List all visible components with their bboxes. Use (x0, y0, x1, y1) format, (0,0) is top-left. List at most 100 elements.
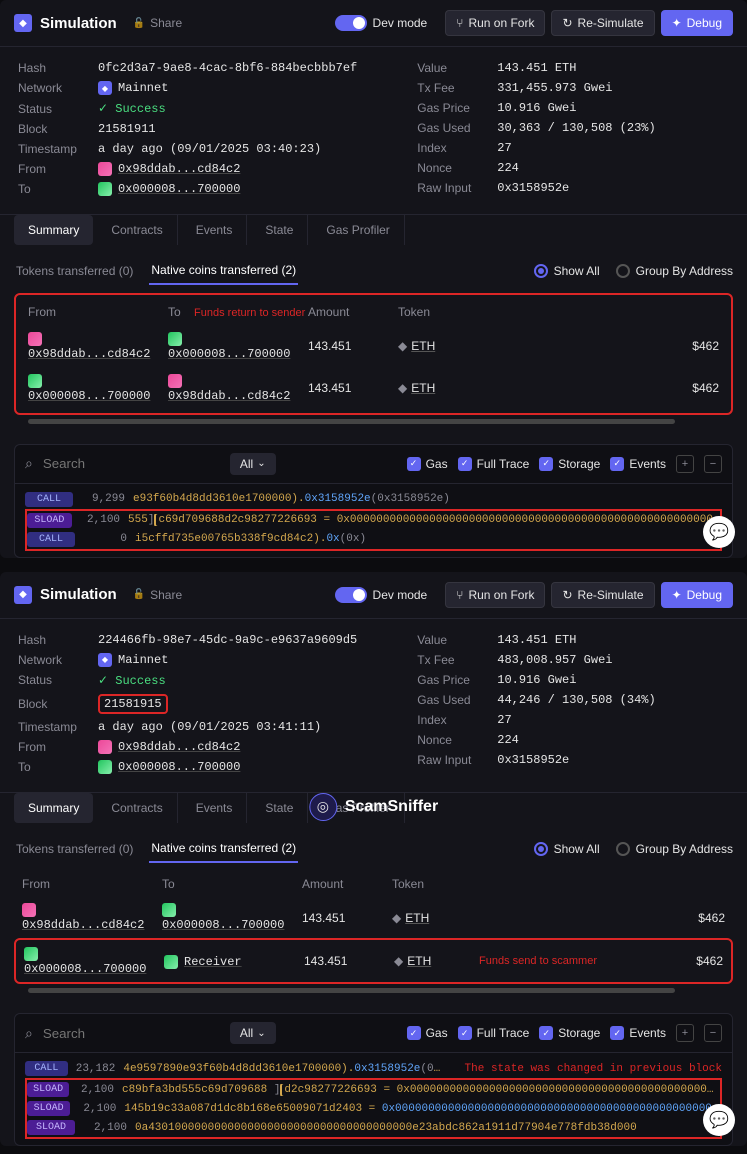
scrollbar[interactable] (28, 988, 675, 993)
chk-gas[interactable]: Gas (407, 1026, 448, 1040)
native-coins-tab[interactable]: Native coins transferred (2) (149, 257, 298, 285)
chk-fulltrace[interactable]: Full Trace (458, 457, 530, 471)
debug-button[interactable]: ✦Debug (661, 582, 733, 608)
trace-line: SLOAD2,100555]c69d709688d2c98277226693 =… (25, 509, 722, 530)
to-address[interactable]: 0x000008...700000 (118, 182, 240, 196)
gasused-value: 30,363 / 130,508 (23%) (497, 121, 655, 135)
address-icon (24, 947, 38, 961)
to-address[interactable]: 0x98ddab...cd84c2 (168, 389, 290, 403)
from-address[interactable]: 0x98ddab...cd84c2 (28, 347, 150, 361)
usd-value: $462 (463, 339, 719, 353)
index-value: 27 (497, 141, 511, 155)
tokens-transferred-tab[interactable]: Tokens transferred (0) (14, 258, 135, 284)
to-label: To (18, 182, 98, 196)
from-address[interactable]: 0x000008...700000 (28, 389, 150, 403)
chk-gas[interactable]: Gas (407, 457, 448, 471)
checkbox-icon (407, 457, 421, 471)
group-by-address-radio[interactable]: Group By Address (616, 842, 733, 856)
chk-events[interactable]: Events (610, 457, 666, 471)
tab-contracts[interactable]: Contracts (97, 793, 177, 823)
scrollbar[interactable] (28, 419, 675, 424)
value-label: Value (417, 61, 497, 75)
table-row: 0x98ddab...cd84c2 0x000008...700000 143.45… (20, 325, 727, 367)
opcode-badge: SLOAD (27, 1082, 69, 1097)
token-link[interactable]: ETH (407, 954, 431, 968)
to-address[interactable]: 0x000008...700000 (168, 347, 290, 361)
trace-search-input[interactable] (43, 1026, 220, 1041)
tab-state[interactable]: State (251, 215, 308, 245)
gas-value: 9,299 (81, 493, 125, 505)
show-all-radio[interactable]: Show All (534, 264, 600, 278)
nonce-value: 224 (497, 161, 519, 175)
tab-events[interactable]: Events (182, 793, 248, 823)
trace-search-input[interactable] (43, 456, 220, 471)
radio-icon (534, 264, 548, 278)
token-link[interactable]: ETH (411, 381, 435, 395)
share-button[interactable]: Share (133, 16, 182, 30)
search-icon (25, 455, 33, 472)
expand-button[interactable]: + (676, 455, 694, 473)
radio-icon (616, 842, 630, 856)
address-icon (28, 374, 42, 388)
chk-events[interactable]: Events (610, 1026, 666, 1040)
tab-state[interactable]: State (251, 793, 308, 823)
table-row: 0x000008...7000000x98ddab...cd84c2143.45… (20, 367, 727, 409)
tokens-transferred-tab[interactable]: Tokens transferred (0) (14, 836, 135, 862)
chk-storage[interactable]: Storage (539, 457, 600, 471)
checkbox-icon (539, 457, 553, 471)
share-button[interactable]: Share (133, 588, 182, 602)
chk-storage[interactable]: Storage (539, 1026, 600, 1040)
filter-all-dropdown[interactable]: All (230, 1022, 276, 1044)
run-on-fork-button[interactable]: ⑂Run on Fork (445, 10, 545, 36)
tab-summary[interactable]: Summary (14, 215, 93, 245)
chat-bubble-icon[interactable] (703, 516, 735, 548)
network-label: Network (18, 81, 98, 95)
tab-contracts[interactable]: Contracts (97, 215, 177, 245)
trace-line: SLOAD2,100c89bfa3bd555c69d709688 ]d2c982… (25, 1078, 722, 1099)
collapse-button[interactable]: − (704, 455, 722, 473)
checkbox-icon (458, 457, 472, 471)
hash-label: Hash (18, 61, 98, 75)
native-coins-tab[interactable]: Native coins transferred (2) (149, 835, 298, 863)
debug-button[interactable]: ✦Debug (661, 10, 733, 36)
logo-icon (14, 586, 32, 604)
chk-fulltrace[interactable]: Full Trace (458, 1026, 530, 1040)
filter-all-dropdown[interactable]: All (230, 453, 276, 475)
tab-gas-profiler[interactable]: Gas Profiler (312, 215, 404, 245)
col-amount: Amount (308, 305, 398, 319)
status-value: Success (98, 101, 166, 116)
trace-line: CALL23,1824e9597890e93f60b4d8dd3610e1700… (25, 1059, 722, 1078)
gas-value: 23,182 (76, 1063, 116, 1075)
block-value[interactable]: 21581911 (98, 122, 156, 136)
dev-mode-toggle[interactable]: Dev mode (335, 587, 428, 603)
block-value-annotated[interactable]: 21581915 (98, 694, 168, 714)
collapse-button[interactable]: − (704, 1024, 722, 1042)
to-address[interactable]: 0x000008...700000 (162, 918, 284, 932)
gas-value: 2,100 (77, 1084, 114, 1096)
tab-summary[interactable]: Summary (14, 793, 93, 823)
timestamp-value: a day ago (09/01/2025 03:40:23) (98, 142, 321, 156)
from-address[interactable]: 0x98ddab...cd84c2 (22, 918, 144, 932)
amount-value: 143.451 (308, 339, 398, 353)
from-address[interactable]: 0x98ddab...cd84c2 (118, 162, 240, 176)
show-all-radio[interactable]: Show All (534, 842, 600, 856)
address-icon (98, 740, 112, 754)
tab-events[interactable]: Events (182, 215, 248, 245)
from-address[interactable]: 0x000008...700000 (24, 962, 146, 976)
token-link[interactable]: ETH (411, 339, 435, 353)
address-icon (98, 162, 112, 176)
run-on-fork-button[interactable]: ⑂Run on Fork (445, 582, 545, 608)
opcode-badge: SLOAD (27, 1120, 75, 1135)
opcode-badge: CALL (27, 532, 75, 547)
page-title: Simulation (40, 586, 117, 603)
to-address[interactable]: Receiver (184, 955, 242, 969)
trace-line: CALL9,299e93f60b4d8dd3610e1700000).0x315… (25, 490, 722, 509)
group-by-address-radio[interactable]: Group By Address (616, 264, 733, 278)
resimulate-button[interactable]: ↻Re-Simulate (551, 10, 654, 36)
annotation-return: Funds return to sender (194, 307, 305, 319)
dev-mode-toggle[interactable]: Dev mode (335, 15, 428, 31)
address-icon (22, 903, 36, 917)
expand-button[interactable]: + (676, 1024, 694, 1042)
address-icon (28, 332, 42, 346)
resimulate-button[interactable]: ↻Re-Simulate (551, 582, 654, 608)
